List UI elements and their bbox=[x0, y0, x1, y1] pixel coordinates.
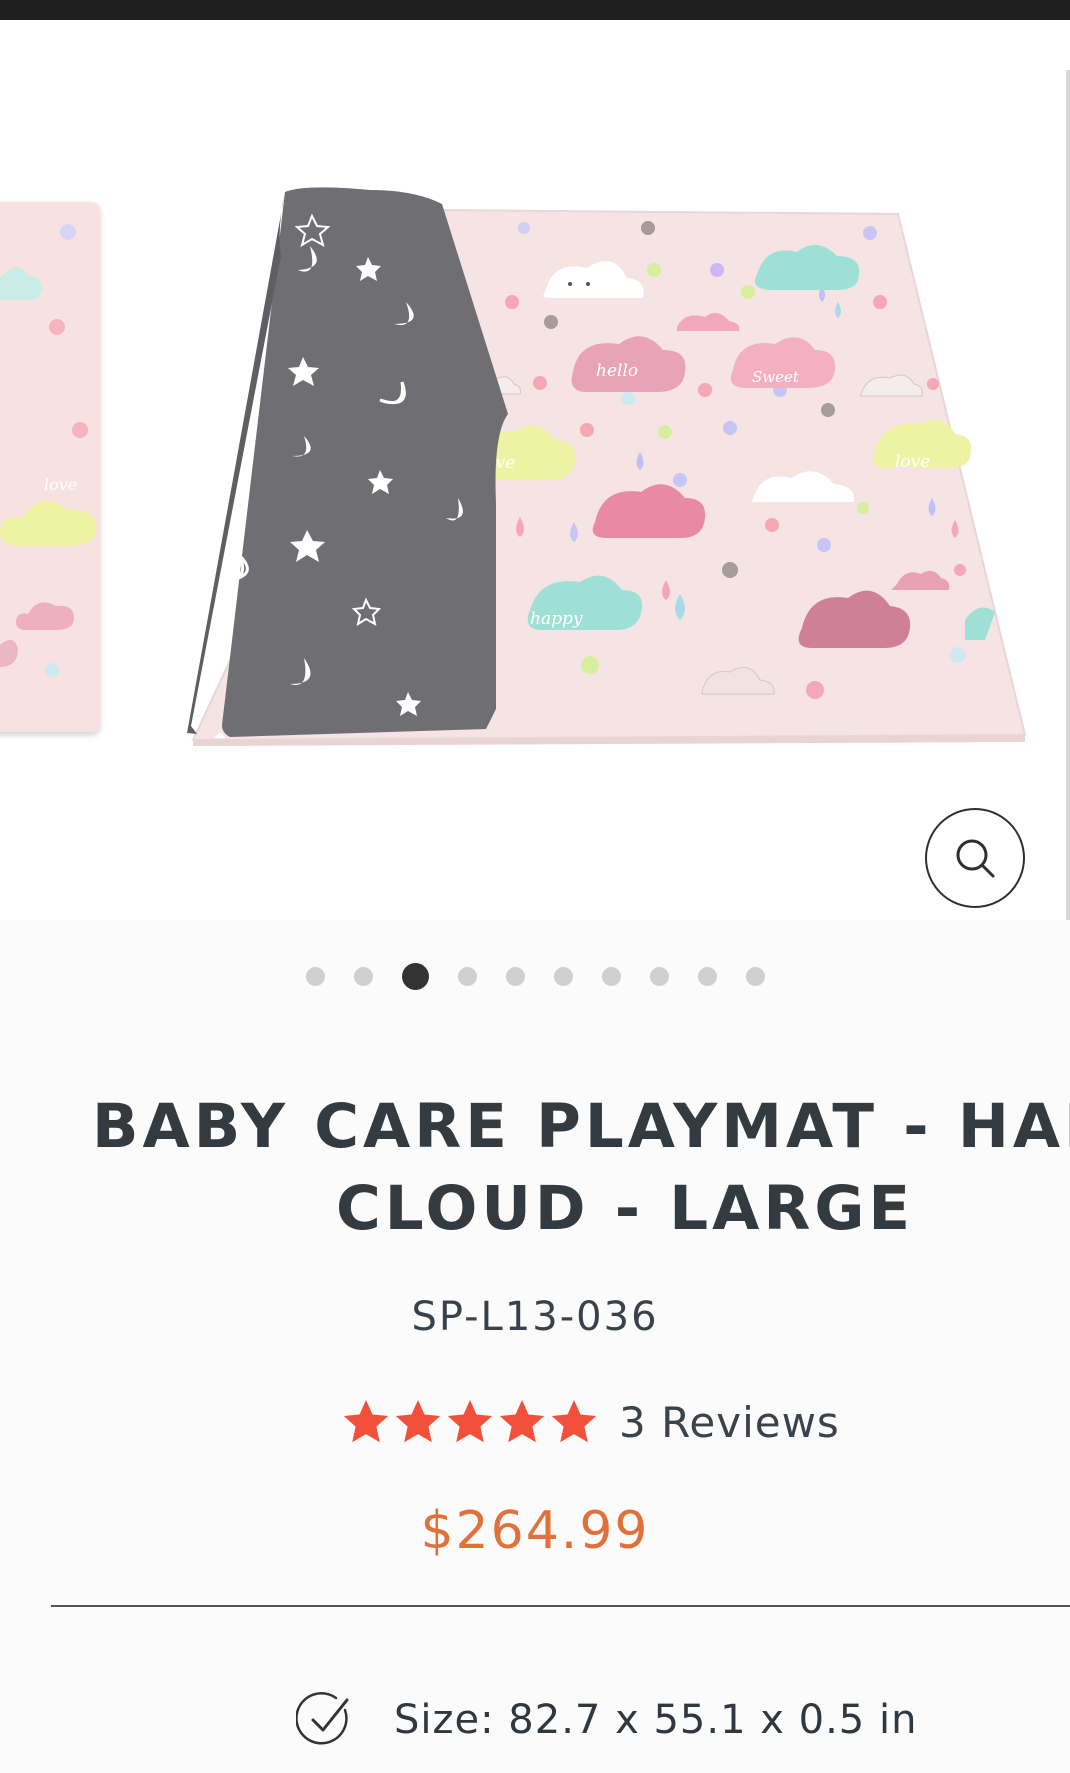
previous-slide-image: love bbox=[0, 202, 100, 732]
size-feature-row: Size: 82.7 x 55.1 x 0.5 in bbox=[296, 1690, 917, 1750]
gallery-dot[interactable] bbox=[553, 966, 573, 986]
product-title: BABY CARE PLAYMAT - HAPP CLOUD - LARGE bbox=[92, 1086, 1070, 1250]
product-image-gallery[interactable]: love hello Sweet love love happy bbox=[0, 20, 1070, 920]
rating-stars bbox=[341, 1397, 599, 1447]
product-title-line-2: CLOUD - LARGE bbox=[336, 1173, 915, 1244]
product-page: love hello Sweet love love happy BABY CA… bbox=[0, 0, 1070, 1773]
main-mat-image: hello Sweet love love happy bbox=[187, 187, 1027, 746]
product-price: $264.99 bbox=[420, 1501, 650, 1561]
mat-happy-label: happy bbox=[530, 609, 583, 629]
section-divider bbox=[51, 1605, 1070, 1607]
gallery-dot[interactable] bbox=[505, 966, 525, 986]
product-rating[interactable]: 3 Reviews bbox=[341, 1392, 840, 1452]
product-title-line-1: BABY CARE PLAYMAT - HAPP bbox=[92, 1091, 1070, 1162]
next-slide-edge bbox=[1066, 70, 1070, 920]
mat-love-label-right: love bbox=[895, 452, 930, 472]
top-status-bar bbox=[0, 0, 1070, 20]
gallery-dot[interactable] bbox=[353, 966, 373, 986]
zoom-button[interactable] bbox=[925, 808, 1025, 908]
search-icon bbox=[956, 839, 995, 878]
gallery-dot[interactable] bbox=[745, 966, 765, 986]
left-slide-love-label: love bbox=[44, 475, 77, 494]
gallery-dot[interactable] bbox=[649, 966, 669, 986]
size-feature-text: Size: 82.7 x 55.1 x 0.5 in bbox=[394, 1697, 918, 1743]
gallery-dot-active[interactable] bbox=[401, 962, 429, 990]
star-icon bbox=[551, 1400, 597, 1443]
gallery-pagination bbox=[0, 958, 1070, 994]
gallery-dot[interactable] bbox=[457, 966, 477, 986]
check-circle-icon bbox=[296, 1692, 349, 1745]
star-icon bbox=[447, 1400, 493, 1443]
product-image: love hello Sweet love love happy bbox=[0, 20, 1070, 920]
star-icon bbox=[499, 1400, 545, 1443]
gallery-dot[interactable] bbox=[697, 966, 717, 986]
product-sku: SP-L13-036 bbox=[411, 1294, 659, 1340]
mat-sweet-label: Sweet bbox=[752, 368, 800, 386]
gallery-dot[interactable] bbox=[305, 966, 325, 986]
star-icon bbox=[395, 1400, 441, 1443]
gallery-dot[interactable] bbox=[601, 966, 621, 986]
star-icon bbox=[343, 1400, 389, 1443]
reviews-link[interactable]: 3 Reviews bbox=[619, 1398, 840, 1447]
mat-hello-label: hello bbox=[596, 361, 638, 381]
